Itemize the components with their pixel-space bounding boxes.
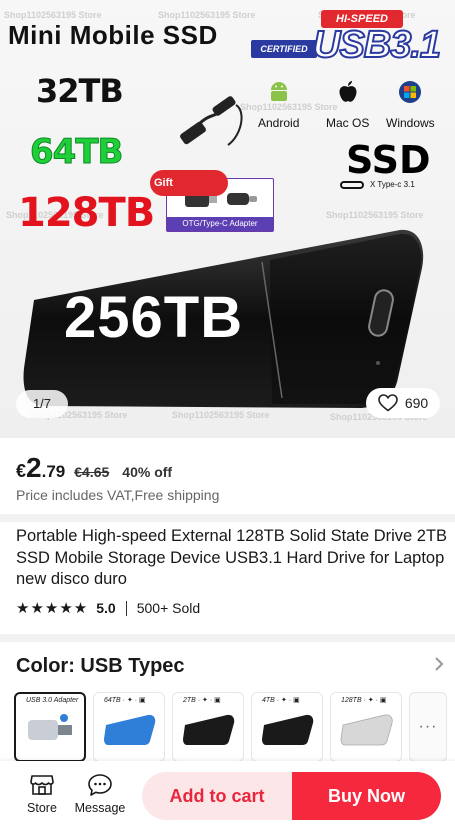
windows-icon — [386, 80, 435, 110]
image-index: 1/7 — [16, 390, 68, 418]
gift-tag: Gift — [150, 170, 228, 196]
swatch-caption: USB 3.0 Adapter — [26, 697, 79, 704]
watermark: Shop1102563195 Store — [4, 10, 102, 20]
heart-icon — [378, 394, 398, 412]
variant-label: Color: USB Typec — [16, 655, 185, 677]
hero-title: Mini Mobile SSD — [8, 20, 218, 50]
price-currency: € — [16, 461, 27, 481]
discount-badge: 40% off — [122, 464, 173, 480]
swatch-blue[interactable]: 64TB · ✦ · ▣ — [93, 692, 165, 762]
message-button[interactable]: Message — [72, 773, 128, 815]
capacity-label: 32TB — [36, 72, 124, 110]
price-note: Price includes VAT,Free shipping — [16, 487, 220, 503]
price-integer: 2 — [26, 452, 42, 483]
adapter-thumbnail — [28, 714, 72, 740]
wishlist-button[interactable]: 690 — [366, 388, 440, 418]
watermark: Shop1102563195 Store — [158, 10, 256, 20]
drive-thumbnail — [183, 714, 235, 745]
store-icon — [30, 775, 54, 795]
separator — [125, 600, 127, 616]
swatch-usb-typec[interactable]: USB 3.0 Adapter — [14, 692, 86, 762]
chat-icon — [88, 774, 112, 796]
cable-icon — [180, 96, 243, 146]
like-count: 690 — [404, 395, 429, 411]
sold-count: 500+ Sold — [136, 600, 201, 616]
message-label: Message — [74, 801, 126, 815]
typec-label: X Type-c 3.1 — [340, 180, 415, 189]
drive-thumbnail — [262, 714, 314, 745]
swatch-caption: 128TB · ✦ · ▣ — [341, 697, 387, 704]
usb-badge: HI-SPEED CERTIFIED USB3.1 — [251, 10, 443, 72]
variant-swatches: USB 3.0 Adapter 64TB · ✦ · ▣ 2TB · ✦ · ▣… — [14, 692, 447, 762]
section-divider — [0, 514, 455, 522]
original-price: €4.65 — [74, 464, 110, 480]
os-label: Mac OS — [326, 116, 370, 130]
os-label: Android — [258, 116, 300, 130]
buy-now-button[interactable]: Buy Now — [292, 772, 441, 820]
store-label: Store — [27, 801, 57, 815]
star-rating-icon: ★★★★★ — [16, 600, 89, 617]
product-title: Portable High-speed External 128TB Solid… — [16, 527, 448, 588]
variant-selector[interactable]: Color: USB Typec — [16, 655, 444, 678]
badge-usb: USB3.1 — [312, 23, 442, 67]
bottom-action-bar: Store Message Add to cart Buy Now — [0, 761, 455, 839]
swatch-silver[interactable]: 128TB · ✦ · ▣ — [330, 692, 402, 762]
drive-capacity-text: 256TB — [64, 285, 244, 350]
ssd-label: SSD — [346, 138, 431, 182]
swatch-caption: 2TB · ✦ · ▣ — [183, 697, 221, 704]
swatch-black-2tb[interactable]: 2TB · ✦ · ▣ — [172, 692, 244, 762]
section-divider — [0, 634, 455, 642]
swatch-caption: 64TB · ✦ · ▣ — [104, 697, 146, 704]
product-image-carousel[interactable]: Shop1102563195 Store Shop1102563195 Stor… — [0, 0, 455, 438]
apple-icon — [326, 80, 369, 110]
store-button[interactable]: Store — [14, 773, 70, 815]
more-variants-button[interactable]: ··· — [409, 692, 447, 762]
watermark: Shop1102563195 Store — [326, 210, 424, 220]
price-block: € 2 .79 €4.65 40% off — [16, 452, 172, 484]
price-decimal: .79 — [41, 462, 66, 481]
add-to-cart-button[interactable]: Add to cart — [142, 772, 292, 820]
drive-thumbnail — [340, 714, 393, 746]
os-android: Android — [258, 80, 299, 130]
os-windows: Windows — [386, 80, 435, 130]
rating-score: 5.0 — [96, 600, 116, 616]
swatch-black-4tb[interactable]: 4TB · ✦ · ▣ — [251, 692, 323, 762]
swatch-caption: 4TB · ✦ · ▣ — [262, 697, 300, 704]
drive-thumbnail — [104, 714, 156, 745]
chevron-right-icon[interactable] — [434, 655, 444, 678]
typec-icon — [340, 180, 364, 189]
typec-text: X Type-c 3.1 — [370, 180, 415, 189]
rating-row[interactable]: ★★★★★ 5.0 500+ Sold — [16, 599, 200, 617]
android-icon — [258, 80, 299, 110]
os-label: Windows — [386, 116, 435, 130]
capacity-label: 64TB — [29, 132, 123, 173]
badge-certified: CERTIFIED — [251, 40, 317, 58]
os-mac: Mac OS — [326, 80, 369, 130]
